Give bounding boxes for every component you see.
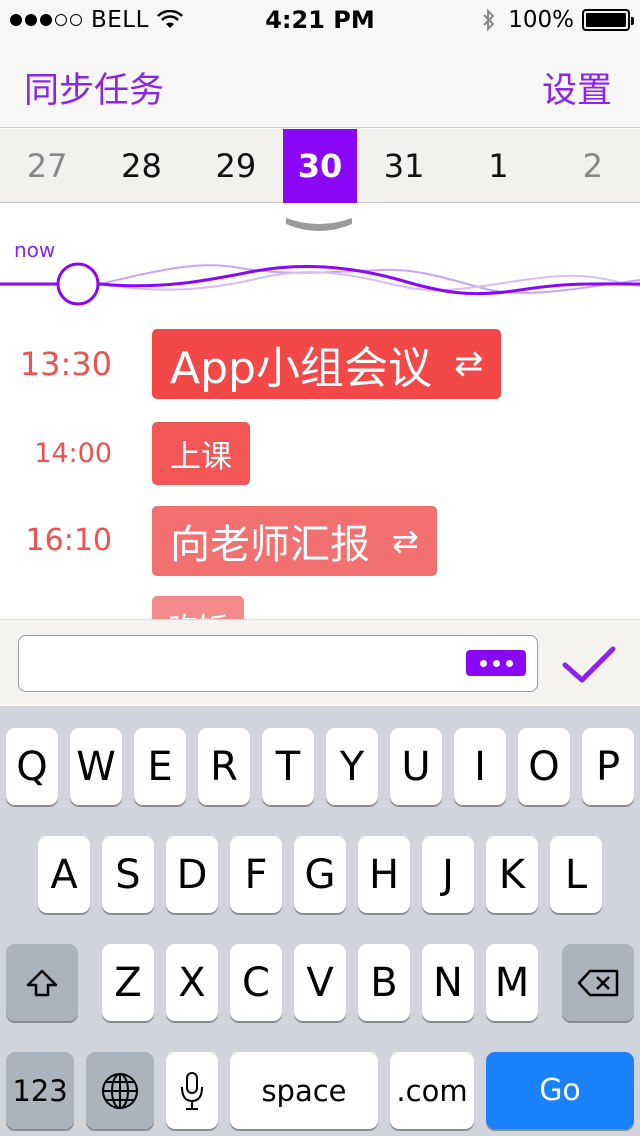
key-y[interactable]: Y (326, 728, 378, 805)
key-p[interactable]: P (582, 728, 634, 805)
shift-key[interactable] (6, 944, 78, 1021)
key-i[interactable]: I (454, 728, 506, 805)
dot-icon (479, 659, 487, 667)
key-a[interactable]: A (38, 836, 90, 913)
task-chip[interactable]: App小组会议 ⇄ (152, 329, 502, 399)
key-x[interactable]: X (166, 944, 218, 1021)
key-w[interactable]: W (70, 728, 122, 805)
key-f[interactable]: F (230, 836, 282, 913)
task-title: 上课 (170, 439, 232, 475)
task-chip[interactable]: 上课 (152, 422, 250, 485)
battery-icon (582, 9, 634, 31)
key-r[interactable]: R (198, 728, 250, 805)
key-h[interactable]: H (358, 836, 410, 913)
globe-icon (102, 1072, 138, 1109)
key-t[interactable]: T (262, 728, 314, 805)
date-cell[interactable]: 27 (0, 129, 94, 203)
date-cell[interactable]: 2 (546, 129, 640, 203)
key-v[interactable]: V (294, 944, 346, 1021)
task-row: 13:30 App小组会议 ⇄ (0, 329, 640, 399)
status-right: 100% (482, 7, 634, 33)
task-time: 14:00 (34, 438, 112, 469)
settings-button[interactable]: 设置 (542, 62, 612, 113)
date-cell[interactable]: 28 (94, 129, 188, 203)
more-options-button[interactable] (466, 650, 526, 676)
key-z[interactable]: Z (102, 944, 154, 1021)
key-b[interactable]: B (358, 944, 410, 1021)
space-key[interactable]: space (230, 1052, 378, 1129)
task-input[interactable] (18, 635, 538, 692)
key-u[interactable]: U (390, 728, 442, 805)
timeline-wave[interactable] (0, 250, 640, 320)
key-q[interactable]: Q (6, 728, 58, 805)
key-m[interactable]: M (486, 944, 538, 1021)
repeat-icon: ⇄ (392, 522, 419, 560)
key-k[interactable]: K (486, 836, 538, 913)
key-e[interactable]: E (134, 728, 186, 805)
date-cell-selected[interactable]: 30 (282, 129, 357, 203)
key-j[interactable]: J (422, 836, 474, 913)
date-cell[interactable]: 29 (189, 129, 283, 203)
microphone-icon (181, 1071, 203, 1110)
app-screen: BELL 4:21 PM 100% 同步任务 设置 27 28 29 30 31 1 2 n… (0, 0, 640, 1136)
task-time: 13:30 (19, 345, 112, 383)
bluetooth-icon (483, 8, 495, 32)
numbers-key[interactable]: 123 (6, 1052, 74, 1129)
key-c[interactable]: C (230, 944, 282, 1021)
globe-key[interactable] (86, 1052, 154, 1129)
battery-percent: 100% (508, 7, 574, 33)
now-marker (56, 262, 100, 306)
shift-icon (26, 969, 58, 996)
checkmark-icon[interactable] (560, 643, 618, 687)
go-key[interactable]: Go (486, 1052, 634, 1129)
task-time: 16:10 (25, 523, 112, 558)
dot-icon (492, 659, 500, 667)
dot-icon (505, 659, 513, 667)
microphone-key[interactable] (166, 1052, 218, 1129)
date-strip: 27 28 29 30 31 1 2 (0, 129, 640, 203)
key-o[interactable]: O (518, 728, 570, 805)
key-d[interactable]: D (166, 836, 218, 913)
task-title: 向老师汇报 (170, 522, 370, 568)
delete-key[interactable] (562, 944, 634, 1021)
keyboard: 123 space .com Go QWERTYUIOP ASDFGHJKL ZXC… (0, 706, 640, 1136)
key-l[interactable]: L (550, 836, 602, 913)
backspace-icon (577, 969, 619, 996)
nav-bar: 同步任务 设置 (0, 40, 640, 128)
chevron-down-icon[interactable] (280, 212, 358, 238)
date-cell[interactable]: 1 (451, 129, 545, 203)
date-cell[interactable]: 31 (357, 129, 451, 203)
task-row: 14:00 上课 (0, 422, 640, 485)
key-g[interactable]: G (294, 836, 346, 913)
input-bar (0, 619, 640, 705)
key-s[interactable]: S (102, 836, 154, 913)
sync-tasks-button[interactable]: 同步任务 (24, 62, 164, 113)
repeat-icon: ⇄ (453, 344, 484, 384)
task-row: 16:10 向老师汇报 ⇄ (0, 506, 640, 576)
task-title: App小组会议 (170, 343, 432, 394)
key-n[interactable]: N (422, 944, 474, 1021)
status-bar: BELL 4:21 PM 100% (0, 0, 640, 40)
dotcom-key[interactable]: .com (390, 1052, 474, 1129)
task-chip[interactable]: 向老师汇报 ⇄ (152, 506, 437, 576)
